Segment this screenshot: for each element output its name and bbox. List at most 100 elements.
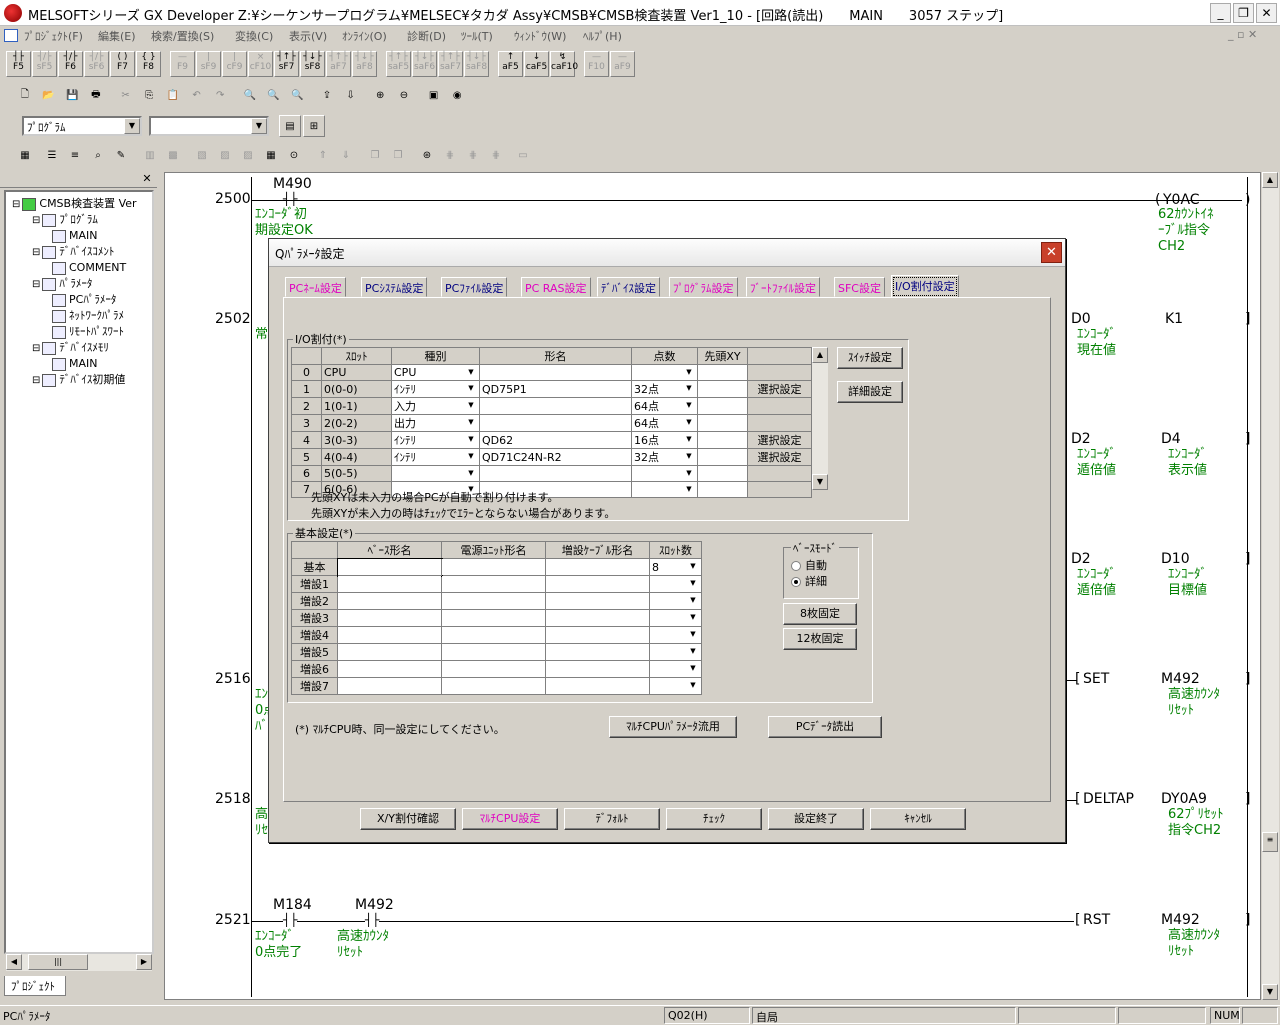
fkey-button[interactable]: ┤↓├ saF8 bbox=[464, 51, 489, 77]
radio-auto-indicator[interactable] bbox=[791, 561, 801, 571]
trace-icon[interactable]: ▭ bbox=[512, 144, 534, 166]
tree-item[interactable]: ﾘﾓｰﾄﾊﾟｽﾜｰﾄ bbox=[52, 324, 124, 340]
tab-1[interactable]: PCﾈｰﾑ設定 bbox=[285, 277, 346, 297]
diagnostics-icon[interactable]: ⊛ bbox=[416, 144, 438, 166]
expand-collapse-icon[interactable]: ⊟ bbox=[32, 279, 40, 290]
start-xy-cell[interactable] bbox=[697, 397, 748, 415]
slot-count-cell[interactable]: ▼ bbox=[649, 592, 702, 610]
power-unit-cell[interactable] bbox=[441, 558, 546, 576]
paste-icon[interactable]: 📋 bbox=[162, 84, 184, 106]
minimize-button[interactable]: _ bbox=[1210, 3, 1231, 23]
ladder-up-icon[interactable]: ⋕ bbox=[439, 144, 461, 166]
chevron-down-icon[interactable]: ▼ bbox=[682, 433, 696, 446]
tab-6[interactable]: ﾌﾟﾛｸﾞﾗﾑ設定 bbox=[669, 277, 738, 297]
scroll-thumb[interactable]: ||| bbox=[28, 954, 88, 970]
start-xy-cell[interactable] bbox=[697, 364, 748, 381]
menu-item[interactable]: ﾌﾟﾛｼﾞｪｸﾄ(F) bbox=[24, 28, 83, 44]
select-setting-button[interactable]: 選択設定 bbox=[747, 380, 812, 398]
fkey-button[interactable]: — F10 bbox=[584, 51, 609, 77]
instruction-search-icon[interactable]: 🔍 bbox=[263, 84, 285, 106]
cross-reference-icon[interactable]: ⊙ bbox=[283, 144, 305, 166]
chevron-down-icon[interactable]: ▼ bbox=[682, 416, 696, 429]
expand-collapse-icon[interactable]: ⊟ bbox=[32, 215, 40, 226]
fkey-button[interactable]: ┤↑├ saF5 bbox=[386, 51, 411, 77]
points-cell[interactable]: 64点 ▼ bbox=[631, 414, 698, 432]
device-search-icon[interactable]: 🔍 bbox=[239, 84, 261, 106]
child-window-controls[interactable]: _ ▫ ✕ bbox=[1228, 28, 1257, 41]
tree-view-icon[interactable]: ⊞ bbox=[303, 115, 325, 137]
chevron-down-icon[interactable]: ▼ bbox=[682, 467, 696, 480]
chevron-down-icon[interactable]: ▼ bbox=[686, 611, 700, 624]
window-icon[interactable]: ❐ bbox=[364, 144, 386, 166]
type-cell[interactable]: 出力 ▼ bbox=[391, 414, 480, 432]
monitor-icon[interactable]: ▣ bbox=[423, 84, 445, 106]
device-batch-icon[interactable]: ▦ bbox=[260, 144, 282, 166]
chevron-down-icon[interactable]: ▼ bbox=[464, 416, 478, 429]
read-pc-icon[interactable]: ⇩ bbox=[340, 84, 362, 106]
slot-count-cell[interactable]: ▼ bbox=[649, 575, 702, 593]
coil-device[interactable]: Y0AC bbox=[1163, 192, 1200, 208]
base-model-cell[interactable] bbox=[337, 626, 442, 644]
contact-device[interactable]: M184 bbox=[273, 897, 312, 913]
slot-count-cell[interactable]: ▼ bbox=[649, 660, 702, 678]
type-cell[interactable]: ｲﾝﾃﾘ ▼ bbox=[391, 448, 480, 466]
operand[interactable]: D2 bbox=[1071, 551, 1091, 567]
extension-cable-cell[interactable] bbox=[545, 626, 650, 644]
fix-12-button[interactable]: 12枚固定 bbox=[783, 628, 857, 650]
start-xy-cell[interactable] bbox=[697, 414, 748, 432]
save-icon[interactable]: 💾 bbox=[61, 84, 83, 106]
dialog-button-4[interactable]: ﾁｪｯｸ bbox=[666, 808, 762, 830]
base-model-cell[interactable] bbox=[336, 557, 443, 577]
extension-cable-cell[interactable] bbox=[545, 643, 650, 661]
select-setting-button[interactable] bbox=[747, 397, 812, 415]
slot-count-cell[interactable]: ▼ bbox=[649, 626, 702, 644]
zoom-out-icon[interactable]: ⊖ bbox=[393, 84, 415, 106]
power-unit-cell[interactable] bbox=[441, 609, 546, 627]
copy-icon[interactable]: ⎘ bbox=[138, 84, 160, 106]
operand[interactable]: D4 bbox=[1161, 431, 1181, 447]
print-icon[interactable]: 🖶 bbox=[85, 84, 107, 106]
select-setting-button[interactable] bbox=[747, 465, 812, 482]
operand[interactable]: D2 bbox=[1071, 431, 1091, 447]
ladder-mode-icon[interactable]: ☰ bbox=[41, 144, 63, 166]
statement-icon[interactable]: ▨ bbox=[214, 144, 236, 166]
window2-icon[interactable]: ❐ bbox=[387, 144, 409, 166]
fkey-button[interactable]: ( ) F7 bbox=[110, 51, 135, 77]
data-type-select[interactable]: ﾌﾟﾛｸﾞﾗﾑ ▼ bbox=[22, 116, 142, 136]
expand-collapse-icon[interactable]: ⊟ bbox=[12, 199, 20, 210]
dialog-button-3[interactable]: ﾃﾞﾌｫﾙﾄ bbox=[564, 808, 660, 830]
close-button[interactable]: ✕ bbox=[1256, 3, 1277, 23]
edit-mode-icon[interactable]: ✎ bbox=[110, 144, 132, 166]
monitor-start-icon[interactable]: ◉ bbox=[446, 84, 468, 106]
model-cell[interactable]: QD75P1 bbox=[479, 380, 632, 398]
base-model-cell[interactable] bbox=[337, 643, 442, 661]
chevron-down-icon[interactable]: ▼ bbox=[124, 118, 140, 134]
power-unit-cell[interactable] bbox=[441, 626, 546, 644]
dialog-button-2[interactable]: ﾏﾙﾁCPU設定 bbox=[462, 808, 558, 830]
fkey-button[interactable]: ┤↑├ sF7 bbox=[274, 51, 299, 77]
tab-8[interactable]: SFC設定 bbox=[834, 277, 885, 297]
model-cell[interactable]: QD62 bbox=[479, 431, 632, 449]
instruction[interactable]: SET bbox=[1083, 671, 1109, 687]
expand-collapse-icon[interactable]: ⊟ bbox=[32, 247, 40, 258]
up-arrow-icon[interactable]: ⇑ bbox=[312, 144, 334, 166]
points-cell[interactable]: 16点 ▼ bbox=[631, 431, 698, 449]
model-cell[interactable] bbox=[479, 414, 632, 432]
fkey-button[interactable]: × cF10 bbox=[248, 51, 273, 77]
app-icon[interactable] bbox=[4, 4, 22, 22]
scroll-up-icon[interactable]: ▲ bbox=[812, 347, 828, 363]
cut-icon[interactable]: ✂ bbox=[115, 84, 137, 106]
operand[interactable]: M492 bbox=[1161, 671, 1200, 687]
type-cell[interactable]: 入力 ▼ bbox=[391, 397, 480, 415]
io-table-scrollbar[interactable]: ▲ ▼ bbox=[812, 347, 828, 490]
start-xy-cell[interactable] bbox=[697, 448, 748, 466]
extension-cable-cell[interactable] bbox=[545, 677, 650, 695]
model-cell[interactable] bbox=[479, 364, 632, 381]
radio-detail[interactable]: 詳細 bbox=[791, 573, 827, 589]
maximize-button[interactable]: ❐ bbox=[1233, 3, 1254, 23]
data-name-select[interactable]: ▼ bbox=[149, 116, 269, 136]
project-tab[interactable]: ﾌﾟﾛｼﾞｪｸﾄ bbox=[4, 976, 66, 996]
dialog-button-5[interactable]: 設定終了 bbox=[768, 808, 864, 830]
ladder-edit-icon[interactable]: ⋕ bbox=[485, 144, 507, 166]
sfc-icon[interactable]: ▥ bbox=[139, 144, 161, 166]
